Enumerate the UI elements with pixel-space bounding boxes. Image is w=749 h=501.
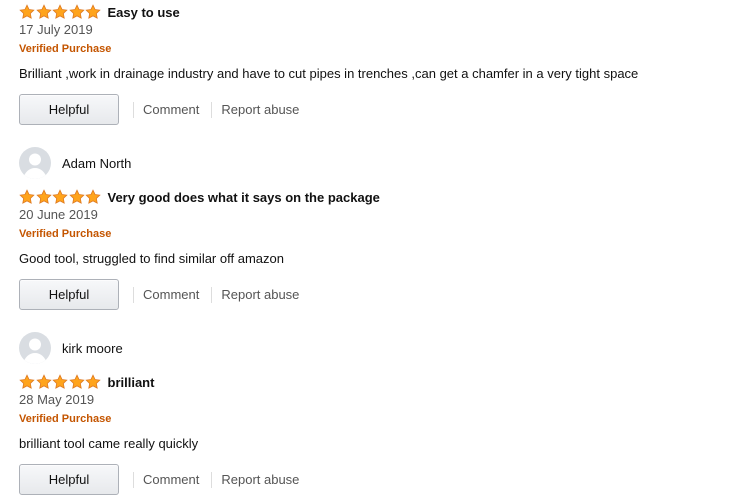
star-icon bbox=[35, 4, 52, 19]
reviewer-profile[interactable]: Adam North bbox=[19, 147, 131, 179]
review-body: brilliant tool came really quickly bbox=[19, 436, 199, 451]
star-icon bbox=[68, 189, 85, 204]
divider bbox=[133, 286, 134, 303]
avatar bbox=[19, 147, 51, 179]
helpful-button[interactable]: Helpful bbox=[19, 464, 119, 495]
star-icon bbox=[19, 4, 35, 19]
star-rating bbox=[19, 189, 102, 205]
review-title-link[interactable]: brilliant bbox=[108, 375, 155, 390]
review-actions: Helpful Comment Report abuse bbox=[19, 464, 299, 495]
review-date: 20 June 2019 bbox=[19, 207, 98, 222]
star-icon bbox=[52, 4, 68, 19]
star-icon bbox=[52, 374, 68, 389]
divider bbox=[211, 101, 213, 118]
report-abuse-link[interactable]: Report abuse bbox=[221, 287, 299, 302]
star-icon bbox=[19, 374, 35, 389]
divider bbox=[133, 101, 134, 118]
review-date: 17 July 2019 bbox=[19, 22, 93, 37]
review-title-row: brilliant bbox=[19, 373, 154, 391]
reviewer-profile[interactable]: kirk moore bbox=[19, 332, 123, 364]
star-rating bbox=[19, 4, 102, 20]
verified-purchase-badge: Verified Purchase bbox=[19, 228, 112, 240]
review-body: Brilliant ,work in drainage industry and… bbox=[19, 66, 639, 81]
helpful-button[interactable]: Helpful bbox=[19, 279, 119, 310]
comment-link[interactable]: Comment bbox=[143, 472, 199, 487]
review-title-link[interactable]: Very good does what it says on the packa… bbox=[108, 190, 380, 205]
reviewer-name[interactable]: Adam North bbox=[62, 156, 131, 171]
verified-purchase-badge: Verified Purchase bbox=[19, 413, 112, 425]
star-icon bbox=[35, 374, 52, 389]
comment-link[interactable]: Comment bbox=[143, 102, 199, 117]
default-avatar-icon bbox=[23, 153, 47, 179]
star-icon bbox=[85, 374, 101, 389]
review-date: 28 May 2019 bbox=[19, 392, 95, 407]
report-abuse-link[interactable]: Report abuse bbox=[221, 102, 299, 117]
review-body: Good tool, struggled to find similar off… bbox=[19, 251, 284, 266]
star-icon bbox=[85, 4, 101, 19]
review-actions: Helpful Comment Report abuse bbox=[19, 94, 299, 125]
divider bbox=[133, 471, 134, 488]
divider bbox=[211, 471, 213, 488]
star-icon bbox=[68, 374, 85, 389]
divider bbox=[211, 286, 213, 303]
default-avatar-icon bbox=[23, 338, 47, 364]
star-icon bbox=[85, 189, 101, 204]
report-abuse-link[interactable]: Report abuse bbox=[221, 472, 299, 487]
reviewer-name[interactable]: kirk moore bbox=[62, 341, 123, 356]
star-icon bbox=[19, 189, 35, 204]
star-icon bbox=[35, 189, 52, 204]
verified-purchase-badge: Verified Purchase bbox=[19, 43, 112, 55]
review-title-row: Easy to use bbox=[19, 3, 180, 21]
star-icon bbox=[52, 189, 68, 204]
review-title-link[interactable]: Easy to use bbox=[108, 5, 180, 20]
review-actions: Helpful Comment Report abuse bbox=[19, 279, 299, 310]
comment-link[interactable]: Comment bbox=[143, 287, 199, 302]
review-title-row: Very good does what it says on the packa… bbox=[19, 188, 380, 206]
star-icon bbox=[68, 4, 85, 19]
avatar bbox=[19, 332, 51, 364]
helpful-button[interactable]: Helpful bbox=[19, 94, 119, 125]
star-rating bbox=[19, 374, 102, 390]
